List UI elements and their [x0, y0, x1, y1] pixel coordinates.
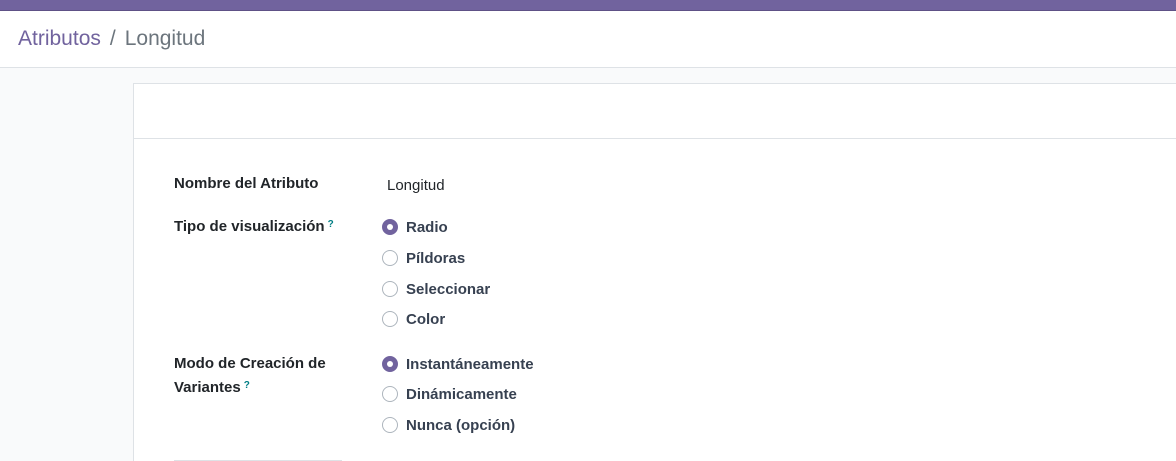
control-panel: Atributos / Longitud — [0, 11, 1176, 68]
radio-option-label: Nunca (opción) — [406, 416, 516, 434]
variant-creation-option-never[interactable]: Nunca (opción) — [382, 414, 515, 436]
attribute-name-label: Nombre del Atributo — [174, 175, 319, 192]
radio-option-label: Seleccionar — [406, 280, 491, 298]
radio-unchecked-icon[interactable] — [382, 250, 398, 266]
attribute-name-value[interactable]: Longitud — [387, 177, 445, 194]
variant-creation-label: Modo de Creación de Variantes? — [174, 355, 326, 396]
variant-creation-option-instant[interactable]: Instantáneamente — [382, 353, 534, 375]
variant-creation-option-dynamic[interactable]: Dinámicamente — [382, 383, 517, 405]
display-type-option-pills[interactable]: Píldoras — [382, 247, 465, 269]
radio-unchecked-icon[interactable] — [382, 281, 398, 297]
display-type-option-select[interactable]: Seleccionar — [382, 278, 490, 300]
breadcrumb-parent-link[interactable]: Atributos — [18, 27, 101, 51]
variant-creation-help-icon[interactable]: ? — [244, 380, 250, 391]
radio-unchecked-icon[interactable] — [382, 311, 398, 327]
display-type-option-color[interactable]: Color — [382, 308, 445, 330]
display-type-option-radio[interactable]: Radio — [382, 216, 448, 238]
breadcrumb-separator: / — [109, 27, 116, 50]
display-type-label: Tipo de visualización? — [174, 218, 334, 235]
radio-option-label: Dinámicamente — [406, 385, 517, 403]
breadcrumb-current: Longitud — [124, 27, 206, 50]
radio-option-label: Radio — [406, 218, 448, 236]
top-navbar — [0, 0, 1176, 11]
radio-option-label: Color — [406, 310, 446, 328]
radio-checked-icon[interactable] — [382, 219, 398, 235]
radio-unchecked-icon[interactable] — [382, 386, 398, 402]
sheet-header — [134, 84, 1176, 139]
radio-unchecked-icon[interactable] — [382, 417, 398, 433]
radio-option-label: Instantáneamente — [406, 355, 534, 373]
radio-option-label: Píldoras — [406, 249, 466, 267]
display-type-help-icon[interactable]: ? — [328, 219, 334, 230]
form-sheet: Nombre del Atributo Longitud Tipo de vis… — [133, 83, 1176, 461]
radio-checked-icon[interactable] — [382, 356, 398, 372]
breadcrumb: Atributos / Longitud — [18, 27, 205, 51]
